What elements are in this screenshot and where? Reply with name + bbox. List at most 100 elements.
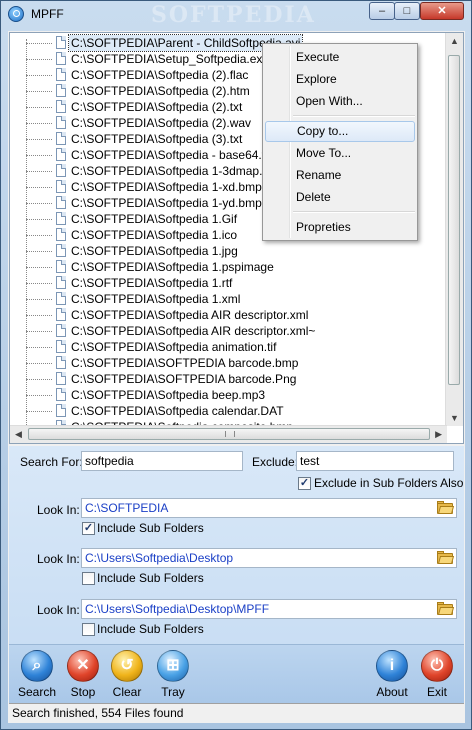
info-icon: i (376, 650, 408, 682)
tree-connector (26, 395, 52, 396)
include-sub-checkbox[interactable] (82, 623, 95, 636)
tree-item-label: C:\SOFTPEDIA\SOFTPEDIA barcode.Png (71, 372, 297, 386)
windows-icon: ⊞ (157, 650, 189, 682)
file-icon (56, 116, 66, 129)
horizontal-scrollbar[interactable]: ◀ ▶ (10, 425, 447, 443)
look-in-path: C:\Users\Softpedia\Desktop\MPFF (85, 602, 270, 616)
tree-connector (26, 107, 52, 108)
tree-item-label: C:\SOFTPEDIA\Softpedia 1.jpg (71, 244, 238, 258)
file-icon (56, 340, 66, 353)
include-sub-label: Include Sub Folders (97, 571, 204, 585)
app-window: MPFF SOFTPEDIA – □ ✕ C:\SOFTPEDIA\Parent… (0, 0, 472, 730)
look-in-path: C:\Users\Softpedia\Desktop (85, 551, 234, 565)
file-icon (56, 308, 66, 321)
file-icon (56, 180, 66, 193)
horizontal-scroll-thumb[interactable] (28, 428, 430, 440)
tree-connector (26, 283, 52, 284)
tree-item-label: C:\SOFTPEDIA\Softpedia 1-3dmap.bmp (71, 164, 286, 178)
include-sub-label: Include Sub Folders (97, 622, 204, 636)
file-icon (56, 52, 66, 65)
tree-connector (26, 139, 52, 140)
context-menu-item[interactable]: Open With... (265, 91, 415, 112)
tree-item-label: C:\SOFTPEDIA\Softpedia - base64.txt (71, 148, 275, 162)
context-menu-item[interactable]: Move To... (265, 143, 415, 164)
clear-icon: ↺ (111, 650, 143, 682)
context-menu-item[interactable]: Propreties (265, 217, 415, 238)
look-in-path: C:\SOFTPEDIA (85, 501, 169, 515)
watermark: SOFTPEDIA (151, 2, 316, 28)
tree-connector (26, 187, 52, 188)
exit-button[interactable]: ⏻ Exit (415, 650, 459, 700)
context-menu-separator (293, 115, 415, 117)
include-sub-checkbox[interactable] (82, 572, 95, 585)
tree-item-label: C:\SOFTPEDIA\Softpedia 1-xd.bmp (71, 180, 262, 194)
toolbar: ⌕ Search ✕ Stop ↺ Clear ⊞ Tray i About ⏻… (9, 644, 464, 703)
folder-icon[interactable] (437, 501, 455, 514)
search-for-input[interactable]: softpedia (81, 451, 243, 471)
tree-connector (26, 155, 52, 156)
scroll-right-icon[interactable]: ▶ (435, 429, 442, 440)
file-icon (56, 100, 66, 113)
exclude-input[interactable]: test (296, 451, 454, 471)
file-icon (56, 132, 66, 145)
tree-item-label: C:\SOFTPEDIA\Softpedia (3).txt (71, 132, 243, 146)
title-bar[interactable]: MPFF SOFTPEDIA – □ ✕ (1, 1, 471, 28)
look-in-input[interactable]: C:\Users\Softpedia\Desktop (81, 548, 457, 568)
search-for-label: Search For: (20, 455, 83, 469)
context-menu-item[interactable]: Rename (265, 165, 415, 186)
tree-connector (26, 75, 52, 76)
context-menu-separator (293, 211, 415, 213)
file-icon (56, 212, 66, 225)
about-button[interactable]: i About (370, 650, 414, 700)
exit-button-label: Exit (426, 685, 447, 699)
context-menu-item[interactable]: Execute (265, 47, 415, 68)
tray-button[interactable]: ⊞ Tray (151, 650, 195, 700)
context-menu-item[interactable]: Delete (265, 187, 415, 208)
tree-item-label: C:\SOFTPEDIA\SOFTPEDIA barcode.bmp (71, 356, 299, 370)
tree-connector (26, 379, 52, 380)
file-icon (56, 244, 66, 257)
file-icon (56, 388, 66, 401)
search-icon: ⌕ (21, 650, 53, 682)
file-icon (56, 68, 66, 81)
folder-icon[interactable] (437, 551, 455, 564)
look-in-label: Look In: (37, 503, 80, 517)
folder-icon[interactable] (437, 602, 455, 615)
include-sub-checkbox[interactable]: ✓ (82, 522, 95, 535)
exclude-sub-checkbox[interactable]: ✓ (298, 477, 311, 490)
context-menu-item[interactable]: Explore (265, 69, 415, 90)
tree-connector (26, 91, 52, 92)
tree-item-label: C:\SOFTPEDIA\Softpedia 1-yd.bmp (71, 196, 262, 210)
context-menu-item[interactable]: Copy to... (265, 121, 415, 142)
status-bar: Search finished, 554 Files found (9, 703, 464, 723)
look-in-label: Look In: (37, 552, 80, 566)
stop-icon: ✕ (67, 650, 99, 682)
maximize-button[interactable]: □ (394, 2, 420, 20)
exclude-sub-label: Exclude in Sub Folders Also (314, 476, 464, 490)
scroll-down-icon[interactable]: ▼ (450, 413, 459, 423)
clear-button[interactable]: ↺ Clear (105, 650, 149, 700)
tree-item-label: C:\SOFTPEDIA\Softpedia AIR descriptor.xm… (71, 308, 309, 322)
tree-item-label: C:\SOFTPEDIA\Softpedia beep.mp3 (71, 388, 266, 402)
look-in-input[interactable]: C:\Users\Softpedia\Desktop\MPFF (81, 599, 457, 619)
vertical-scroll-thumb[interactable] (448, 55, 460, 385)
scroll-up-icon[interactable]: ▲ (450, 36, 459, 46)
close-button[interactable]: ✕ (420, 2, 464, 20)
file-icon (56, 228, 66, 241)
look-in-input[interactable]: C:\SOFTPEDIA (81, 498, 457, 518)
tree-connector (26, 363, 52, 364)
tree-connector (26, 123, 52, 124)
search-button[interactable]: ⌕ Search (15, 650, 59, 700)
vertical-scrollbar[interactable]: ▲ ▼ (445, 33, 463, 426)
tree-connector (26, 267, 52, 268)
tree-item-label: C:\SOFTPEDIA\Softpedia 1.rtf (71, 276, 233, 290)
tree-connector (26, 411, 52, 412)
minimize-button[interactable]: – (369, 2, 395, 20)
window-title: MPFF (31, 7, 64, 21)
tree-item-label: C:\SOFTPEDIA\Softpedia animation.tif (71, 340, 277, 354)
tree-item-label: C:\SOFTPEDIA\Softpedia (2).txt (71, 100, 243, 114)
file-icon (56, 196, 66, 209)
tray-button-label: Tray (161, 685, 185, 699)
file-icon (56, 84, 66, 97)
scroll-left-icon[interactable]: ◀ (15, 429, 22, 440)
